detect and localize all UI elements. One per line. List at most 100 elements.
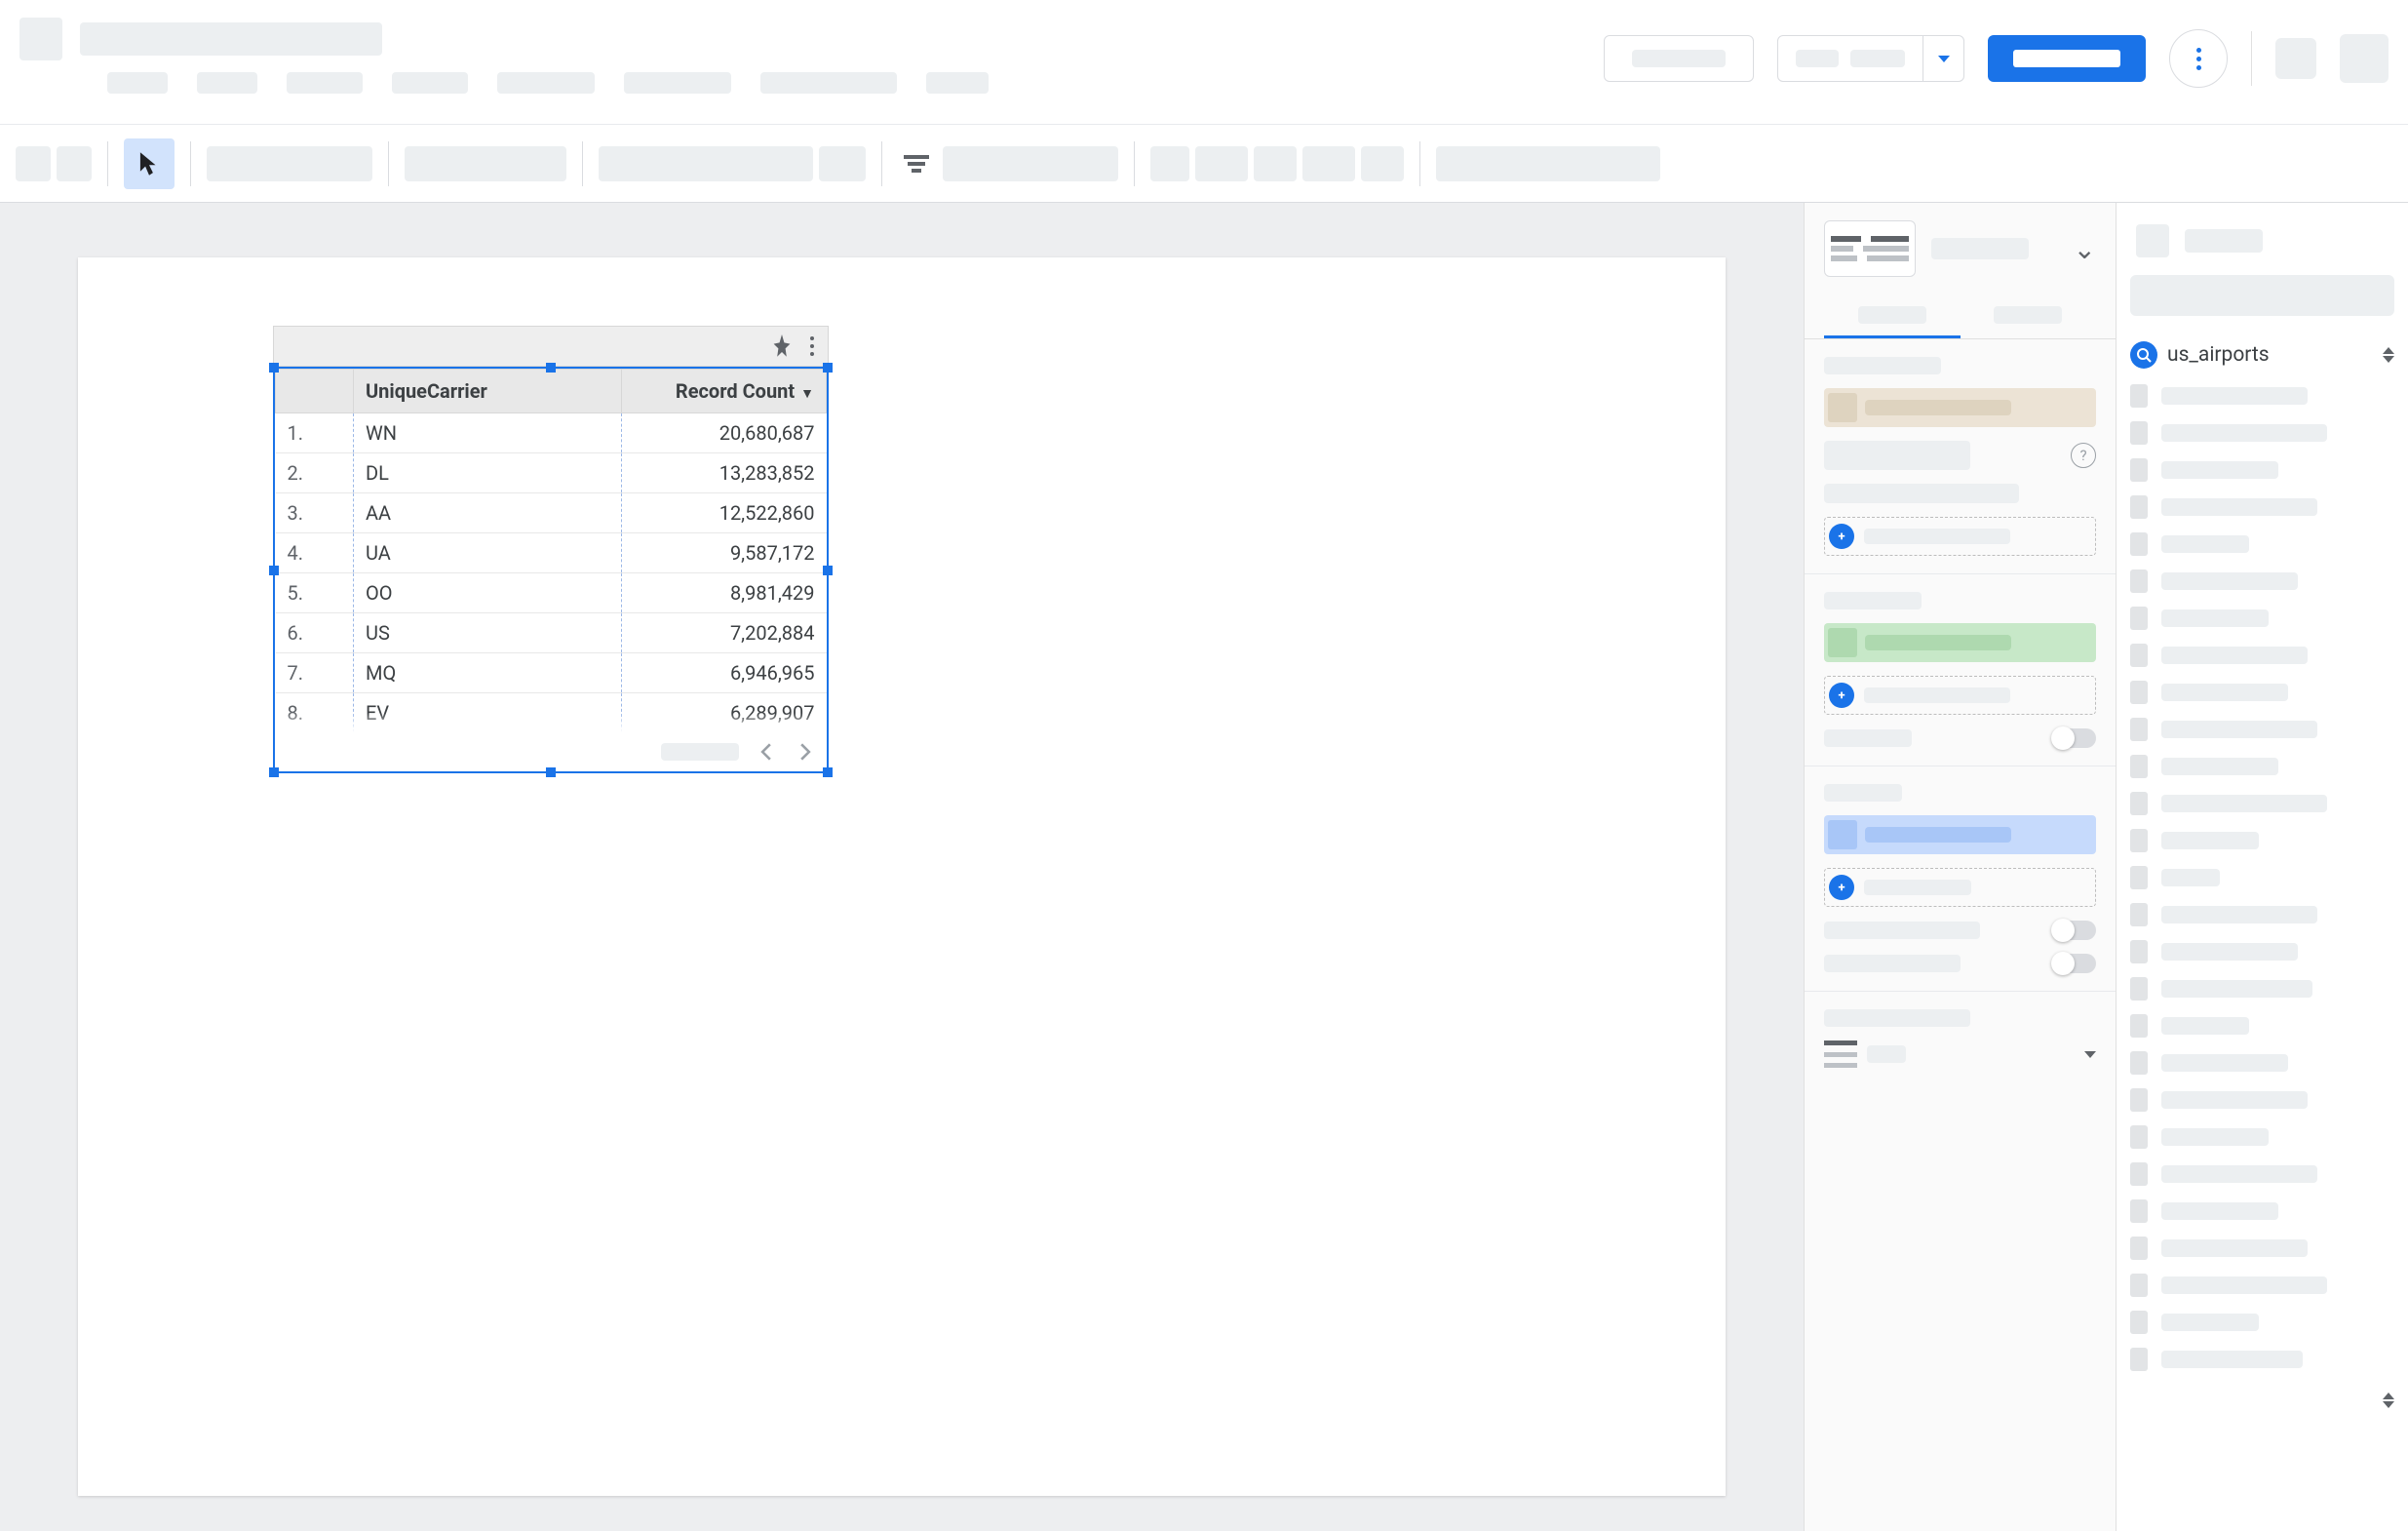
- menu-item[interactable]: [107, 72, 168, 94]
- field-item[interactable]: [2130, 1274, 2394, 1297]
- table-row[interactable]: 2.DL13,283,852: [276, 453, 827, 493]
- table-row[interactable]: 5.OO8,981,429: [276, 573, 827, 613]
- switch-icon[interactable]: [2053, 728, 2096, 748]
- field-item[interactable]: [2130, 718, 2394, 741]
- resize-handle[interactable]: [269, 363, 279, 373]
- data-panel-icon[interactable]: [2136, 224, 2169, 257]
- add-chart-button[interactable]: [207, 146, 372, 181]
- field-item[interactable]: [2130, 384, 2394, 408]
- field-item[interactable]: [2130, 644, 2394, 667]
- toolbar-dropdown[interactable]: [819, 146, 866, 181]
- header-button-1[interactable]: [1604, 35, 1754, 82]
- table-row[interactable]: 7.MQ6,946,965: [276, 653, 827, 693]
- field-item[interactable]: [2130, 903, 2394, 926]
- menu-item[interactable]: [926, 72, 989, 94]
- rows-per-page-dropdown[interactable]: [1824, 1040, 2096, 1068]
- explore-icon[interactable]: [771, 334, 793, 358]
- expand-collapse-icon[interactable]: [2383, 347, 2394, 363]
- data-source-row[interactable]: us_airports: [2117, 332, 2408, 378]
- field-item[interactable]: [2130, 1088, 2394, 1112]
- table-row[interactable]: 4.UA9,587,172: [276, 533, 827, 573]
- table-row[interactable]: 1.WN20,680,687: [276, 413, 827, 453]
- field-item[interactable]: [2130, 1199, 2394, 1223]
- chart-type-selector[interactable]: ⌄: [1805, 203, 2116, 294]
- header-split-button[interactable]: [1777, 35, 1964, 82]
- add-control-button[interactable]: [599, 146, 813, 181]
- add-date-range-dimension[interactable]: +: [1824, 517, 2096, 556]
- table-row[interactable]: 3.AA12,522,860: [276, 493, 827, 533]
- chart-type-chip[interactable]: [1824, 220, 1916, 277]
- dimension-chip[interactable]: [1824, 623, 2096, 662]
- resize-handle[interactable]: [546, 363, 556, 373]
- add-dimension[interactable]: +: [1824, 676, 2096, 715]
- field-item[interactable]: [2130, 421, 2394, 445]
- field-item[interactable]: [2130, 569, 2394, 593]
- toolbar-button[interactable]: [1361, 146, 1404, 181]
- metric-chip[interactable]: [1824, 815, 2096, 854]
- field-item[interactable]: [2130, 1348, 2394, 1371]
- filter-button[interactable]: [898, 146, 1118, 181]
- menu-item[interactable]: [392, 72, 468, 94]
- report-page[interactable]: UniqueCarrier Record Count▼ 1.WN20,680,6…: [78, 257, 1726, 1496]
- menu-item[interactable]: [497, 72, 595, 94]
- menu-item[interactable]: [197, 72, 257, 94]
- search-fields-input[interactable]: [2130, 275, 2394, 316]
- field-item[interactable]: [2130, 866, 2394, 889]
- field-item[interactable]: [2130, 792, 2394, 815]
- primary-action-button[interactable]: [1988, 35, 2146, 82]
- resize-handle[interactable]: [269, 566, 279, 575]
- selection-tool[interactable]: [124, 138, 175, 189]
- table-row[interactable]: 8.EV6,289,907: [276, 693, 827, 733]
- field-item[interactable]: [2130, 532, 2394, 556]
- metric-header[interactable]: Record Count▼: [622, 370, 827, 413]
- field-item[interactable]: [2130, 607, 2394, 630]
- field-item[interactable]: [2130, 1311, 2394, 1334]
- field-item[interactable]: [2130, 1014, 2394, 1038]
- field-item[interactable]: [2130, 829, 2394, 852]
- data-source-chip[interactable]: [1824, 388, 2096, 427]
- table-row[interactable]: 6.US7,202,884: [276, 613, 827, 653]
- toolbar-button[interactable]: [1150, 146, 1189, 181]
- menu-item[interactable]: [287, 72, 363, 94]
- chevron-down-icon[interactable]: [1923, 36, 1963, 81]
- prev-page-button[interactable]: [755, 740, 778, 764]
- switch-icon[interactable]: [2053, 921, 2096, 940]
- dimension-header[interactable]: UniqueCarrier: [354, 370, 622, 413]
- help-icon[interactable]: ?: [2071, 443, 2096, 468]
- toolbar-button[interactable]: [1302, 146, 1355, 181]
- scroll-stepper-icon[interactable]: [2383, 1393, 2394, 1408]
- metric-sliders-toggle[interactable]: [1824, 954, 2096, 973]
- app-logo[interactable]: [19, 18, 62, 60]
- row-number-header[interactable]: [276, 370, 354, 413]
- optional-metrics-toggle[interactable]: [1824, 921, 2096, 940]
- chart-more-icon[interactable]: [802, 336, 822, 356]
- chevron-down-icon[interactable]: ⌄: [2074, 233, 2096, 265]
- field-item[interactable]: [2130, 940, 2394, 963]
- field-item[interactable]: [2130, 977, 2394, 1001]
- report-title[interactable]: [80, 22, 382, 56]
- tab-setup[interactable]: [1824, 294, 1961, 338]
- field-item[interactable]: [2130, 458, 2394, 482]
- resize-handle[interactable]: [823, 363, 833, 373]
- field-item[interactable]: [2130, 495, 2394, 519]
- toolbar-button[interactable]: [1195, 146, 1248, 181]
- field-item[interactable]: [2130, 681, 2394, 704]
- add-data-button[interactable]: [405, 146, 566, 181]
- next-page-button[interactable]: [794, 740, 817, 764]
- menu-item[interactable]: [624, 72, 731, 94]
- field-item[interactable]: [2130, 1237, 2394, 1260]
- field-item[interactable]: [2130, 1051, 2394, 1075]
- toolbar-button[interactable]: [1254, 146, 1297, 181]
- table-chart[interactable]: UniqueCarrier Record Count▼ 1.WN20,680,6…: [273, 326, 829, 773]
- field-item[interactable]: [2130, 1125, 2394, 1149]
- menu-item[interactable]: [760, 72, 897, 94]
- field-item[interactable]: [2130, 755, 2394, 778]
- redo-button[interactable]: [57, 146, 92, 181]
- drill-down-toggle[interactable]: [1824, 728, 2096, 748]
- account-avatar[interactable]: [2340, 34, 2389, 83]
- header-icon-button[interactable]: [2275, 38, 2316, 79]
- tab-style[interactable]: [1961, 294, 2097, 338]
- blend-data-row[interactable]: ?: [1824, 441, 2096, 470]
- undo-button[interactable]: [16, 146, 51, 181]
- report-canvas[interactable]: UniqueCarrier Record Count▼ 1.WN20,680,6…: [0, 203, 1804, 1531]
